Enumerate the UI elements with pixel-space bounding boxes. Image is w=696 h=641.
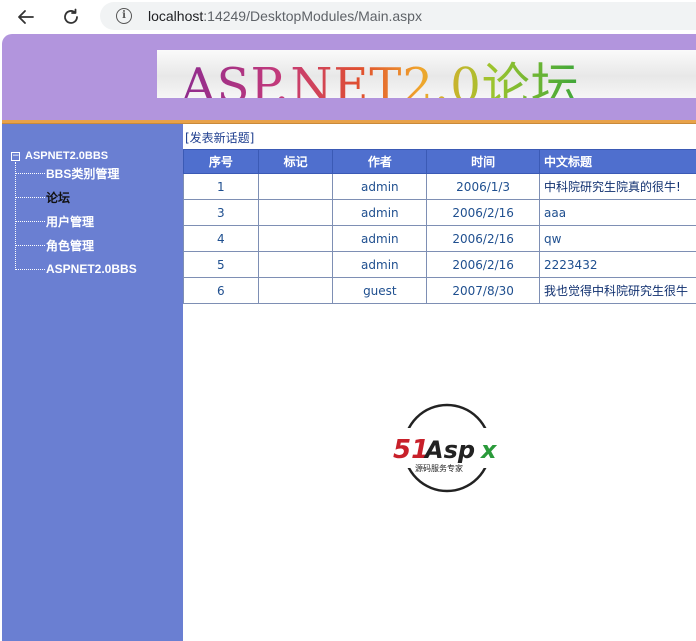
cell-mark — [257, 251, 334, 278]
cell-title-link[interactable]: 2223432 — [539, 251, 696, 278]
cell-time: 2007/8/30 — [426, 277, 541, 304]
reload-icon[interactable] — [58, 4, 84, 30]
back-arrow-icon[interactable] — [13, 4, 39, 30]
column-header-mark[interactable]: 标记 — [257, 149, 334, 174]
column-header-title[interactable]: 中文标题 — [539, 149, 696, 174]
sidebar-item-label[interactable]: 用户管理 — [46, 213, 94, 230]
table-row[interactable]: 1 admin 2006/1/3 中科院研究生院真的很牛! — [183, 173, 696, 200]
cell-title-link[interactable]: 中科院研究生院真的很牛! — [539, 173, 696, 200]
cell-author: admin — [332, 173, 428, 200]
cell-id: 4 — [183, 225, 259, 252]
url-text[interactable]: localhost:14249/DesktopModules/Main.aspx — [148, 8, 422, 24]
sidebar-item-forum[interactable]: 论坛 — [15, 189, 70, 205]
table-row[interactable]: 5 admin 2006/2/16 2223432 — [183, 251, 696, 278]
topics-table: 序号 标记 作者 时间 中文标题 1 admin 2006/1/3 中科院研究生… — [183, 149, 696, 304]
logo-51: 51 — [393, 435, 429, 465]
tree-connector — [15, 244, 45, 246]
cell-id: 1 — [183, 173, 259, 200]
cell-mark — [257, 173, 334, 200]
51aspx-logo: 51 Asp x 源码服务专家 — [391, 403, 503, 493]
tree-connector — [15, 172, 45, 174]
sidebar-item-label[interactable]: ASPNET2.0BBS — [46, 262, 137, 276]
banner-title: ASP.NET2.0论坛 — [181, 50, 580, 98]
cell-author: admin — [332, 251, 428, 278]
table-header-row: 序号 标记 作者 时间 中文标题 — [183, 149, 696, 174]
column-header-id[interactable]: 序号 — [183, 149, 259, 174]
browser-toolbar: i localhost:14249/DesktopModules/Main.as… — [0, 0, 696, 34]
column-header-time[interactable]: 时间 — [426, 149, 541, 174]
cell-title-link[interactable]: aaa — [539, 199, 696, 226]
table-row[interactable]: 6 guest 2007/8/30 我也觉得中科院研究生很牛 — [183, 277, 696, 304]
collapse-toggle-icon[interactable]: − — [11, 151, 20, 161]
url-path: :14249/DesktopModules/Main.aspx — [203, 8, 422, 24]
cell-time: 2006/2/16 — [426, 199, 541, 226]
cell-title-link[interactable]: qw — [539, 225, 696, 252]
tree-root-label[interactable]: ASPNET2.0BBS — [25, 150, 108, 162]
sidebar-item-roles[interactable]: 角色管理 — [15, 237, 94, 253]
tree-connector — [15, 268, 45, 270]
cell-author: guest — [332, 277, 428, 304]
cell-id: 5 — [183, 251, 259, 278]
info-icon[interactable]: i — [116, 8, 132, 24]
logo-tagline: 源码服务专家 — [415, 463, 463, 473]
table-row[interactable]: 4 admin 2006/2/16 qw — [183, 225, 696, 252]
cell-time: 2006/1/3 — [426, 173, 541, 200]
sidebar-item-label[interactable]: 论坛 — [46, 189, 70, 206]
column-header-author[interactable]: 作者 — [332, 149, 428, 174]
sidebar: − ASPNET2.0BBS BBS类别管理 论坛 用户管理 角色管理 ASPN… — [2, 124, 183, 641]
cell-author: admin — [332, 225, 428, 252]
table-row[interactable]: 3 admin 2006/2/16 aaa — [183, 199, 696, 226]
cell-id: 3 — [183, 199, 259, 226]
logo-aspx: Asp — [423, 436, 475, 464]
sidebar-item-label[interactable]: BBS类别管理 — [46, 165, 119, 182]
cell-time: 2006/2/16 — [426, 225, 541, 252]
nav-tree: − ASPNET2.0BBS BBS类别管理 论坛 用户管理 角色管理 ASPN… — [11, 148, 137, 276]
cell-mark — [257, 199, 334, 226]
tree-connector — [15, 220, 45, 222]
cell-id: 6 — [183, 277, 259, 304]
sidebar-item-label[interactable]: 角色管理 — [46, 237, 94, 254]
sidebar-item-aspnet-bbs[interactable]: ASPNET2.0BBS — [15, 261, 137, 277]
logo-x: x — [480, 436, 498, 464]
cell-time: 2006/2/16 — [426, 251, 541, 278]
page: ASP.NET2.0论坛 − ASPNET2.0BBS BBS类别管理 论坛 用… — [2, 34, 696, 641]
main-content: [发表新话题] 序号 标记 作者 时间 中文标题 1 admin 2006/1/… — [183, 124, 696, 641]
address-bar[interactable]: i localhost:14249/DesktopModules/Main.as… — [100, 2, 696, 30]
tree-root[interactable]: − ASPNET2.0BBS — [11, 148, 108, 164]
cell-mark — [257, 225, 334, 252]
site-header: ASP.NET2.0论坛 — [2, 34, 696, 120]
sidebar-item-bbs-category[interactable]: BBS类别管理 — [15, 165, 119, 181]
new-topic-link[interactable]: [发表新话题] — [185, 129, 254, 146]
url-host: localhost — [148, 8, 204, 24]
tree-connector — [15, 196, 45, 198]
cell-title-link[interactable]: 我也觉得中科院研究生很牛 — [539, 277, 696, 304]
cell-mark — [257, 277, 334, 304]
sidebar-item-users[interactable]: 用户管理 — [15, 213, 94, 229]
banner-image: ASP.NET2.0论坛 — [157, 50, 696, 98]
cell-author: admin — [332, 199, 428, 226]
